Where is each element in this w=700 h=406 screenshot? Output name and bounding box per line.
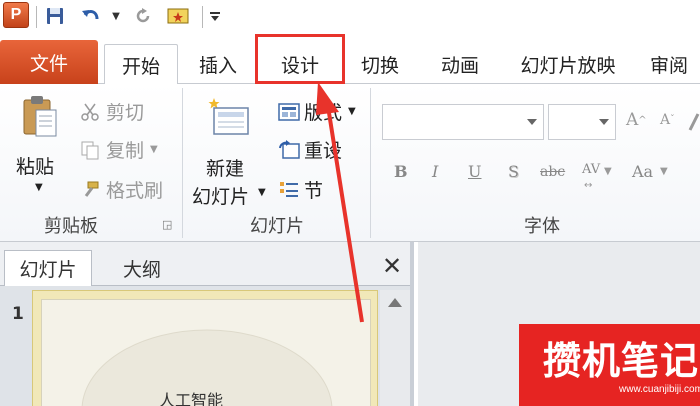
watermark-url: www.cuanjibiji.com (619, 384, 700, 395)
watermark-logo: 攒机笔记 www.cuanjibiji.com (519, 324, 700, 406)
watermark-text: 攒机笔记 (543, 339, 700, 383)
